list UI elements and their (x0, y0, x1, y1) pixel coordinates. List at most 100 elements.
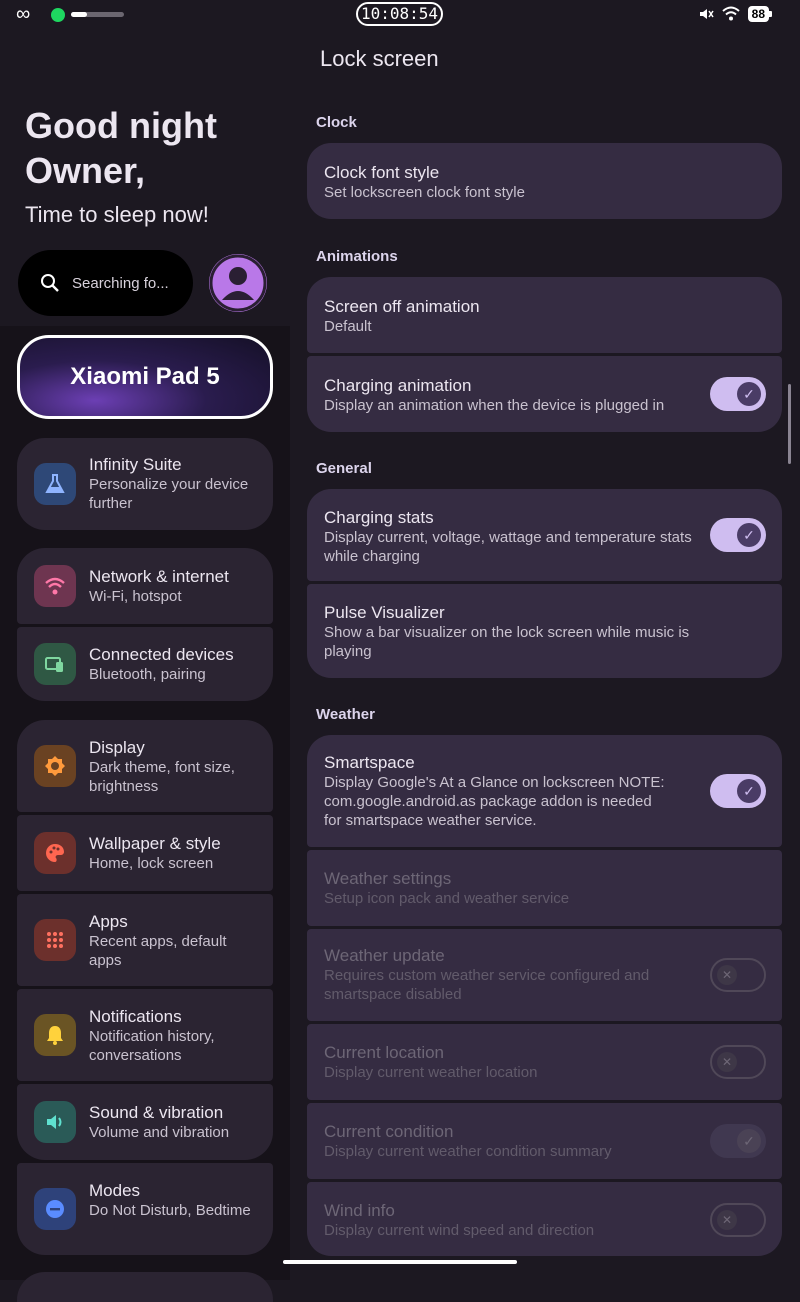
wind-info-toggle[interactable]: ✕ (710, 1203, 766, 1237)
avatar[interactable] (209, 254, 267, 312)
flask-icon (34, 463, 76, 505)
setting-title: Current condition (324, 1122, 454, 1141)
current-location-toggle[interactable]: ✕ (710, 1045, 766, 1079)
item-subtitle: Wi-Fi, hotspot (89, 588, 182, 605)
section-animations: Animations (316, 248, 398, 265)
item-subtitle: Dark theme, font size, brightness (89, 759, 235, 795)
settings-item-connected-devices[interactable]: Connected devices Bluetooth, pairing (17, 627, 273, 701)
setting-weather-update[interactable]: Weather update Requires custom weather s… (307, 929, 782, 1021)
setting-clock-font-style[interactable]: Clock font style Set lockscreen clock fo… (307, 143, 782, 219)
status-bar: ∞ 10:08:54 88 (0, 0, 800, 28)
item-title: Wallpaper & style (89, 834, 221, 853)
palette-icon (34, 832, 76, 874)
settings-item-partial[interactable] (17, 1272, 273, 1302)
settings-item-wallpaper[interactable]: Wallpaper & style Home, lock screen (17, 815, 273, 891)
item-title: Sound & vibration (89, 1103, 224, 1122)
setting-title: Clock font style (324, 163, 440, 182)
item-title: Connected devices (89, 645, 234, 664)
setting-charging-animation[interactable]: Charging animation Display an animation … (307, 356, 782, 432)
setting-subtitle: Set lockscreen clock font style (324, 184, 525, 201)
setting-smartspace[interactable]: Smartspace Display Google's At a Glance … (307, 735, 782, 847)
volume-icon (34, 1101, 76, 1143)
setting-subtitle: Show a bar visualizer on the lock screen… (324, 624, 690, 660)
setting-title: Weather update (324, 946, 445, 965)
setting-subtitle: Display current weather location (324, 1064, 538, 1081)
search-icon (41, 274, 59, 292)
setting-charging-stats[interactable]: Charging stats Display current, voltage,… (307, 489, 782, 581)
infinity-icon: ∞ (16, 3, 31, 25)
section-general: General (316, 460, 372, 477)
device-card[interactable]: Xiaomi Pad 5 (17, 335, 273, 419)
setting-pulse-visualizer[interactable]: Pulse Visualizer Show a bar visualizer o… (307, 584, 782, 678)
wifi-status-icon (721, 6, 740, 21)
scrollbar[interactable] (788, 384, 791, 464)
minus-circle-icon (34, 1188, 76, 1230)
media-progress-fill (71, 12, 87, 17)
setting-subtitle: Display Google's At a Glance on lockscre… (324, 774, 665, 829)
media-progress-bar (71, 12, 124, 17)
setting-subtitle: Display an animation when the device is … (324, 397, 665, 414)
item-title: Notifications (89, 1007, 182, 1026)
lock-screen-panel: Lock screen Clock Clock font style Set l… (290, 28, 800, 1280)
item-subtitle: Volume and vibration (89, 1124, 230, 1141)
setting-wind-info[interactable]: Wind info Display current wind speed and… (307, 1182, 782, 1256)
setting-subtitle: Setup icon pack and weather service (324, 890, 570, 907)
item-title: Network & internet (89, 567, 229, 586)
search-bar[interactable]: Searching fo... (18, 250, 193, 316)
devices-icon (34, 643, 76, 685)
settings-item-infinity-suite[interactable]: Infinity Suite Personalize your device fu… (17, 438, 273, 530)
apps-grid-icon (34, 919, 76, 961)
setting-title: Pulse Visualizer (324, 603, 445, 622)
page-title: Lock screen (320, 46, 439, 71)
setting-title: Charging stats (324, 508, 434, 527)
item-title: Apps (89, 912, 128, 931)
settings-item-sound[interactable]: Sound & vibration Volume and vibration (17, 1084, 273, 1160)
greeting-title: Good night (25, 105, 217, 146)
charging-stats-toggle[interactable]: ✓ (710, 518, 766, 552)
setting-subtitle: Display current, voltage, wattage and te… (324, 529, 692, 565)
item-title: Modes (89, 1181, 141, 1200)
setting-subtitle: Requires custom weather service configur… (324, 967, 650, 1003)
battery-indicator: 88 (747, 6, 769, 22)
brightness-icon (34, 745, 76, 787)
settings-item-display[interactable]: Display Dark theme, font size, brightness (17, 720, 273, 812)
status-time: 10:08:54 (356, 2, 443, 26)
setting-title: Weather settings (324, 869, 452, 888)
item-title: Display (89, 738, 145, 757)
charging-animation-toggle[interactable]: ✓ (710, 377, 766, 411)
item-subtitle: Recent apps, default apps (89, 933, 227, 969)
setting-current-location[interactable]: Current location Display current weather… (307, 1024, 782, 1100)
settings-item-modes[interactable]: Modes Do Not Disturb, Bedtime (17, 1163, 273, 1255)
setting-title: Screen off animation (324, 297, 480, 316)
check-icon: ✓ (737, 382, 761, 406)
wifi-icon (34, 565, 76, 607)
setting-weather-settings[interactable]: Weather settings Setup icon pack and wea… (307, 850, 782, 926)
setting-screen-off-animation[interactable]: Screen off animation Default (307, 277, 782, 353)
setting-subtitle: Display current weather condition summar… (324, 1143, 612, 1160)
current-condition-toggle[interactable]: ✓ (710, 1124, 766, 1158)
smartspace-toggle[interactable]: ✓ (710, 774, 766, 808)
item-subtitle: Home, lock screen (89, 855, 214, 872)
bell-icon (34, 1014, 76, 1056)
check-icon: ✓ (737, 1129, 761, 1153)
setting-title: Wind info (324, 1201, 395, 1220)
settings-item-apps[interactable]: Apps Recent apps, default apps (17, 894, 273, 986)
close-icon: ✕ (717, 965, 737, 985)
home-gesture-bar[interactable] (283, 1260, 517, 1264)
section-weather: Weather (316, 706, 375, 723)
setting-title: Current location (324, 1043, 445, 1062)
weather-update-toggle[interactable]: ✕ (710, 958, 766, 992)
setting-current-condition[interactable]: Current condition Display current weathe… (307, 1103, 782, 1179)
greeting-name: Owner, (25, 150, 146, 191)
setting-subtitle: Display current wind speed and direction (324, 1222, 595, 1239)
device-name: Xiaomi Pad 5 (70, 363, 220, 390)
setting-title: Smartspace (324, 753, 415, 772)
settings-item-network[interactable]: Network & internet Wi-Fi, hotspot (17, 548, 273, 624)
close-icon: ✕ (717, 1210, 737, 1230)
settings-item-notifications[interactable]: Notifications Notification history, conve… (17, 989, 273, 1081)
search-placeholder: Searching fo... (72, 274, 169, 292)
item-subtitle: Bluetooth, pairing (89, 666, 206, 683)
item-subtitle: Notification history, conversations (89, 1028, 215, 1064)
item-title: Infinity Suite (89, 455, 182, 474)
spotify-icon (51, 8, 65, 22)
